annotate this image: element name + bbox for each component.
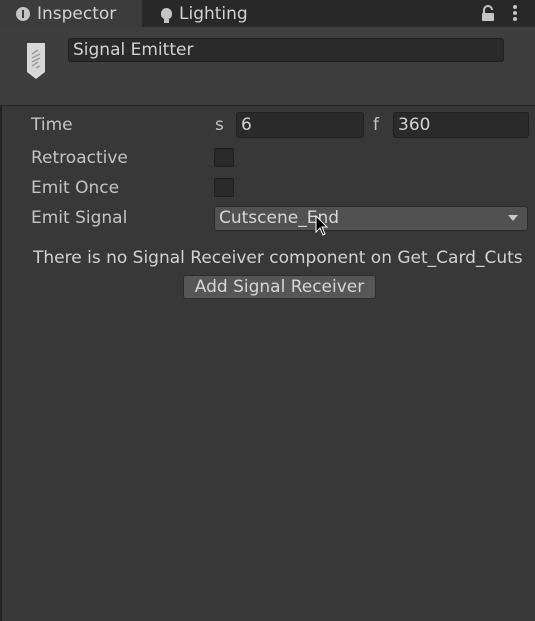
no-receiver-message: There is no Signal Receiver component on… xyxy=(33,248,523,268)
retroactive-checkbox[interactable] xyxy=(214,148,234,167)
chevron-down-icon xyxy=(508,215,518,221)
tab-inspector-label: Inspector xyxy=(37,3,117,24)
tab-bar: Inspector Lighting xyxy=(0,0,535,27)
time-label: Time xyxy=(31,115,73,135)
frames-unit-label: f xyxy=(373,115,379,135)
frames-field[interactable]: 360 xyxy=(393,112,529,138)
seconds-field[interactable]: 6 xyxy=(236,112,364,138)
signal-emitter-icon xyxy=(27,43,45,79)
bulb-icon xyxy=(161,8,172,23)
component-header: Signal Emitter xyxy=(0,27,535,106)
component-name-field[interactable]: Signal Emitter xyxy=(68,38,504,62)
emit-once-label: Emit Once xyxy=(31,178,120,198)
more-options-icon[interactable] xyxy=(510,4,520,22)
retroactive-label: Retroactive xyxy=(31,148,128,168)
tab-inspector[interactable]: Inspector xyxy=(0,0,142,27)
tab-lighting[interactable]: Lighting xyxy=(142,0,292,27)
emit-signal-label: Emit Signal xyxy=(31,208,128,228)
info-icon xyxy=(16,6,30,21)
add-signal-receiver-button[interactable]: Add Signal Receiver xyxy=(183,275,376,299)
seconds-unit-label: s xyxy=(215,115,224,135)
emit-once-checkbox[interactable] xyxy=(214,178,234,197)
emit-signal-dropdown[interactable]: Cutscene_End xyxy=(214,206,528,231)
lock-icon[interactable] xyxy=(481,5,495,22)
mouse-cursor-icon xyxy=(315,215,329,236)
panel-border xyxy=(0,105,2,621)
tab-lighting-label: Lighting xyxy=(179,3,248,24)
